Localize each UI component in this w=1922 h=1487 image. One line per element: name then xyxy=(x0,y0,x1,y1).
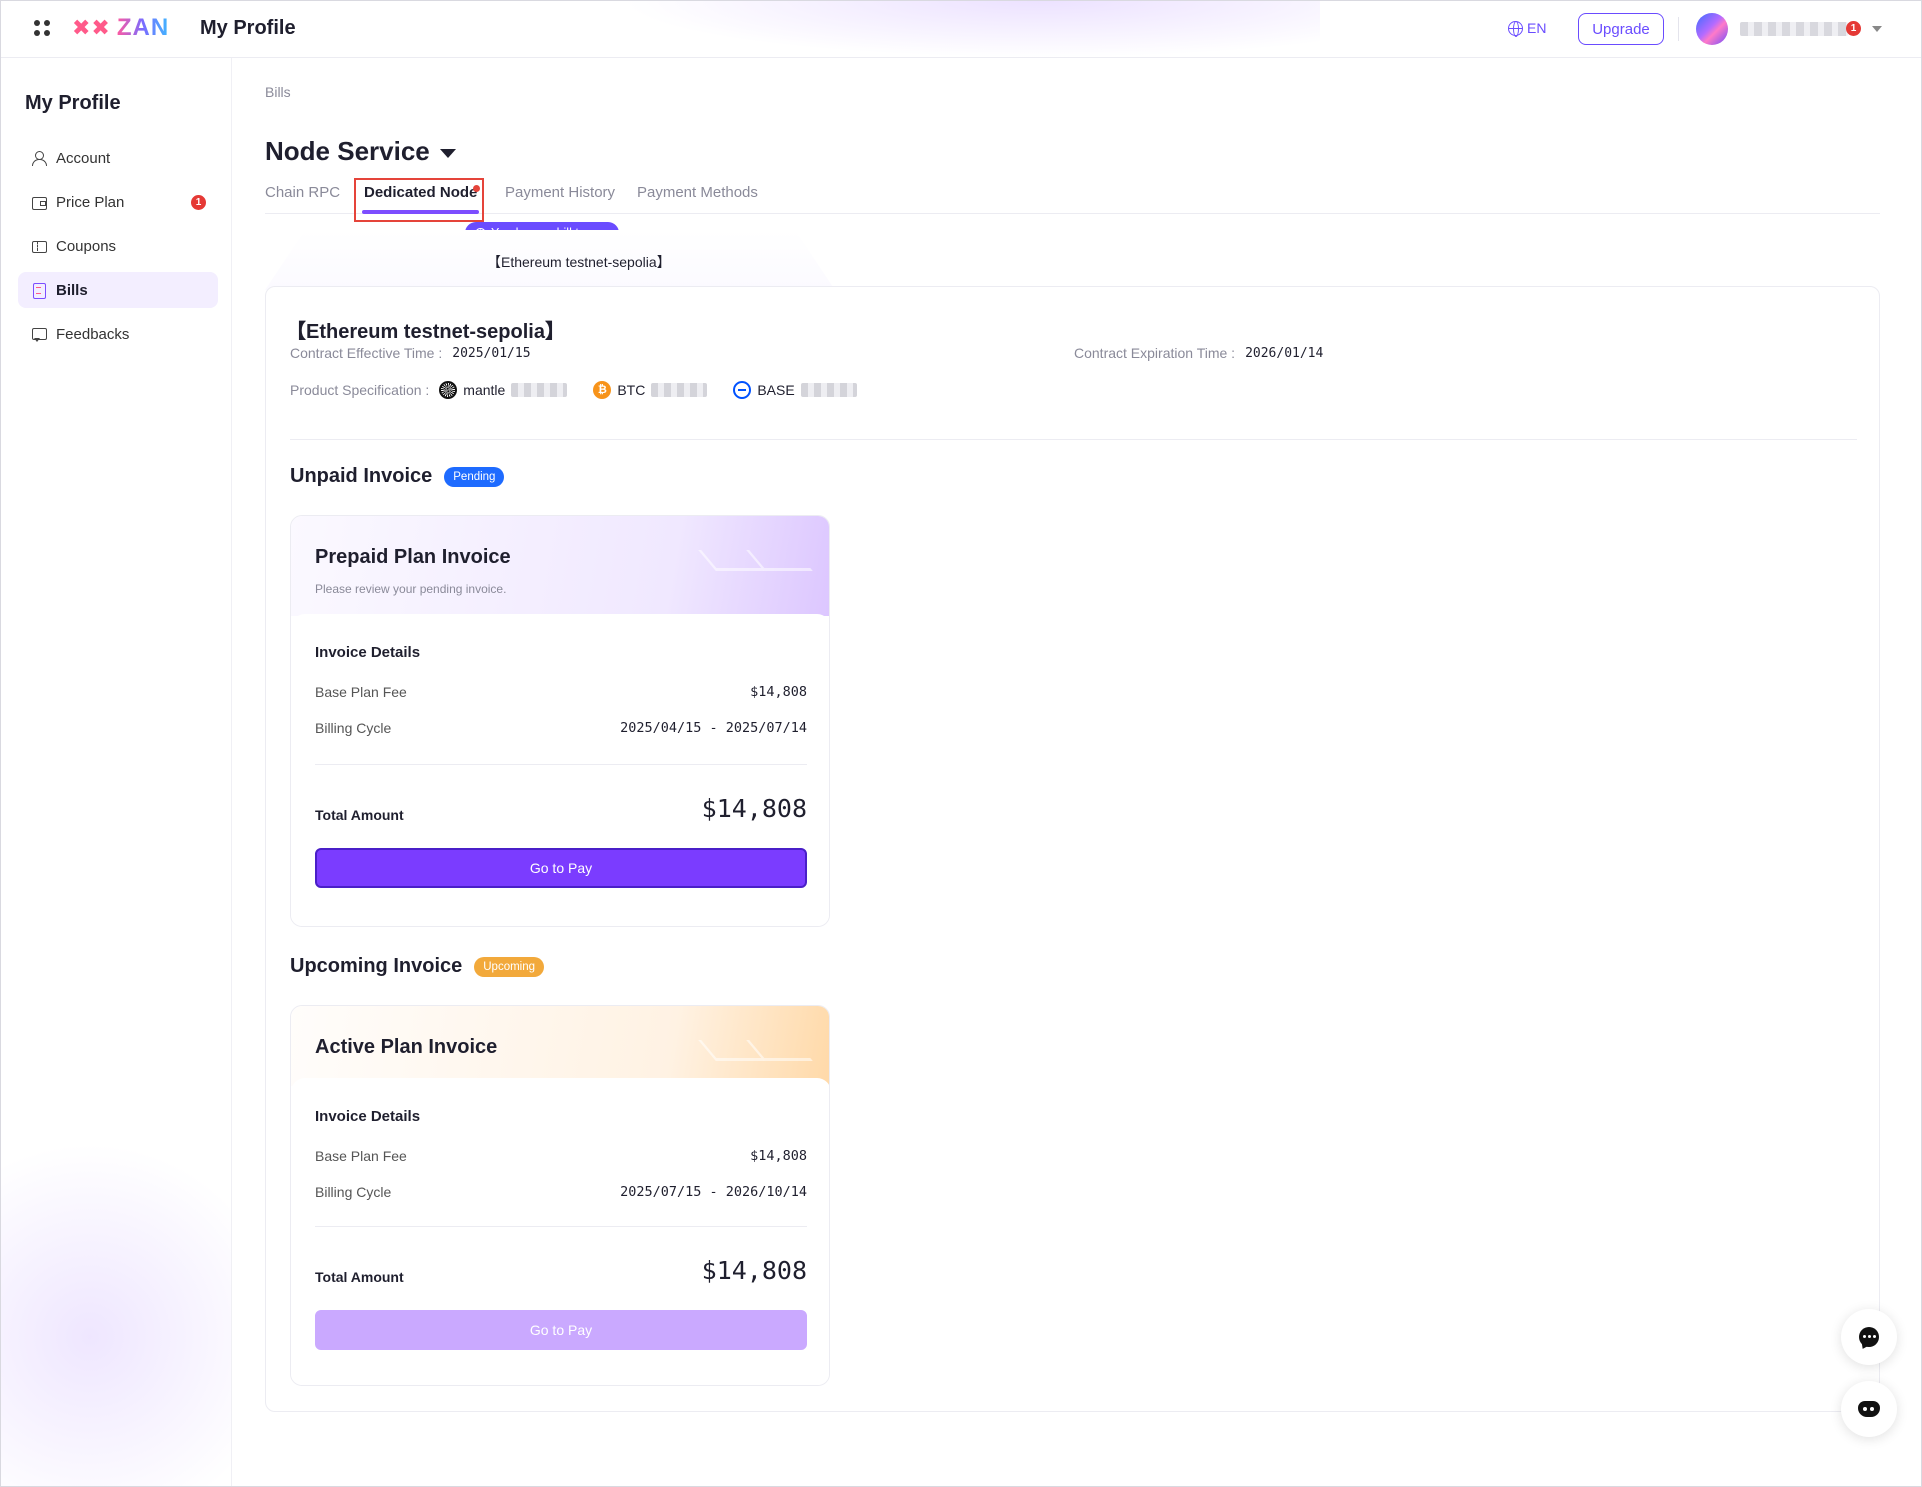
breadcrumb[interactable]: Bills xyxy=(265,84,291,100)
top-title: My Profile xyxy=(200,17,296,39)
contract-effective-row: Contract Effective Time : 2025/01/15 xyxy=(290,345,531,361)
invoice-title: Active Plan Invoice xyxy=(315,1036,498,1058)
logo-mark-icon: ✖✖ xyxy=(72,15,111,40)
tab-bar: Chain RPC Dedicated Node Payment History… xyxy=(265,178,1880,222)
redacted-value xyxy=(511,383,568,397)
base-plan-fee-row: Base Plan Fee $14,808 xyxy=(315,684,807,700)
redacted-value xyxy=(800,383,857,397)
invoice-body: Invoice Details Base Plan Fee $14,808 Bil… xyxy=(291,614,829,926)
sidebar-title: My Profile xyxy=(25,92,121,114)
page-title[interactable]: Node Service xyxy=(265,136,456,167)
pending-badge: Pending xyxy=(444,466,505,487)
chevron-down-icon[interactable] xyxy=(1872,26,1882,32)
active-plan-invoice-card: Active Plan Invoice Invoice Details Base… xyxy=(290,1005,830,1386)
go-to-pay-button[interactable]: Go to Pay xyxy=(315,848,807,888)
invoice-body: Invoice Details Base Plan Fee $14,808 Bil… xyxy=(291,1078,829,1385)
chain-btc: ₿ BTC xyxy=(593,381,708,399)
top-divider xyxy=(1678,17,1679,41)
bill-card: 【Ethereum testnet-sepolia】 Contract Effe… xyxy=(265,286,1880,1412)
sidebar-item-account[interactable]: Account xyxy=(18,140,218,176)
network-title: 【Ethereum testnet-sepolia】 xyxy=(286,321,565,343)
upcoming-invoice-heading: Upcoming Invoice Upcoming xyxy=(290,955,545,978)
user-icon xyxy=(32,151,47,166)
invoice-header: Prepaid Plan Invoice Please review your … xyxy=(291,516,829,616)
sidebar: My Profile Account Price Plan 1 Coupons … xyxy=(0,58,232,1487)
total-amount-row: Total Amount $14,808 xyxy=(315,794,807,823)
total-amount-row: Total Amount $14,808 xyxy=(315,1256,807,1285)
tab-payment-methods[interactable]: Payment Methods xyxy=(637,184,758,214)
active-tab-underline xyxy=(362,210,480,214)
base-plan-fee-row: Base Plan Fee $14,808 xyxy=(315,1148,807,1164)
upcoming-badge: Upcoming xyxy=(474,956,545,977)
product-spec-row: Product Specification : mantle ₿ BTC BAS… xyxy=(290,381,873,399)
divider xyxy=(315,764,807,765)
divider xyxy=(315,1226,807,1227)
invoice-header: Active Plan Invoice xyxy=(291,1006,829,1086)
invoice-subtitle: Please review your pending invoice. xyxy=(315,582,507,596)
zan-logo[interactable]: ✖✖ ZAN xyxy=(72,14,169,42)
chain-base: BASE xyxy=(733,381,857,399)
sidebar-item-label: Feedbacks xyxy=(56,325,130,343)
decorative-logo-icon xyxy=(707,540,807,580)
base-icon xyxy=(733,381,752,399)
tab-payment-history[interactable]: Payment History xyxy=(505,184,615,214)
redacted-value xyxy=(651,383,708,397)
tab-notification-dot xyxy=(473,185,480,192)
network-tab[interactable]: 【Ethereum testnet-sepolia】 xyxy=(265,230,835,290)
caret-down-icon[interactable] xyxy=(439,149,456,158)
sidebar-item-price-plan[interactable]: Price Plan 1 xyxy=(18,184,218,220)
discord-icon xyxy=(1858,1401,1880,1417)
bill-icon xyxy=(32,283,46,299)
language-label: EN xyxy=(1527,20,1547,36)
sidebar-item-label: Price Plan xyxy=(56,193,125,211)
contract-expiration-row: Contract Expiration Time : 2026/01/14 xyxy=(1074,345,1324,361)
invoice-details-label: Invoice Details xyxy=(315,1108,421,1125)
tab-dedicated-node[interactable]: Dedicated Node xyxy=(362,184,480,214)
globe-icon xyxy=(1508,20,1523,37)
unpaid-invoice-heading: Unpaid Invoice Pending xyxy=(290,465,505,488)
invoice-details-label: Invoice Details xyxy=(315,644,421,661)
chain-mantle: mantle xyxy=(439,381,568,399)
prepaid-invoice-card: Prepaid Plan Invoice Please review your … xyxy=(290,515,830,927)
avatar[interactable] xyxy=(1696,13,1728,45)
divider xyxy=(290,439,1857,440)
mantle-icon xyxy=(439,381,458,399)
sidebar-item-label: Coupons xyxy=(56,237,117,255)
decorative-logo-icon xyxy=(707,1030,807,1070)
sidebar-item-bills[interactable]: Bills xyxy=(18,272,218,308)
feedback-icon xyxy=(32,327,47,342)
page-title-text: Node Service xyxy=(265,136,430,166)
language-switch[interactable]: EN xyxy=(1508,20,1547,37)
coupon-icon xyxy=(32,239,47,253)
chat-support-button[interactable] xyxy=(1841,1309,1897,1365)
go-to-pay-button-disabled[interactable]: Go to Pay xyxy=(315,1310,807,1350)
price-plan-badge: 1 xyxy=(191,195,206,210)
sidebar-item-feedbacks[interactable]: Feedbacks xyxy=(18,316,218,352)
billing-cycle-row: Billing Cycle 2025/07/15 - 2026/10/14 xyxy=(315,1184,807,1200)
billing-cycle-row: Billing Cycle 2025/04/15 - 2025/07/14 xyxy=(315,720,807,736)
top-bar: ✖✖ ZAN My Profile EN Upgrade 1 xyxy=(0,0,1922,58)
chat-bubble-icon xyxy=(1859,1327,1879,1347)
apps-grid-icon[interactable] xyxy=(34,20,50,36)
invoice-title: Prepaid Plan Invoice xyxy=(315,546,511,568)
main-content: Bills Node Service Chain RPC Dedicated N… xyxy=(233,58,1922,1487)
sidebar-item-label: Account xyxy=(56,149,111,167)
wallet-icon xyxy=(32,195,47,210)
sidebar-item-coupons[interactable]: Coupons xyxy=(18,228,218,264)
notification-badge: 1 xyxy=(1846,21,1861,36)
tab-chain-rpc[interactable]: Chain RPC xyxy=(265,184,340,214)
user-name-redacted[interactable] xyxy=(1740,22,1848,36)
upgrade-button[interactable]: Upgrade xyxy=(1578,13,1664,45)
network-tab-label: 【Ethereum testnet-sepolia】 xyxy=(487,254,671,270)
discord-button[interactable] xyxy=(1841,1381,1897,1437)
bitcoin-icon: ₿ xyxy=(593,381,612,399)
sidebar-item-label: Bills xyxy=(56,281,88,299)
